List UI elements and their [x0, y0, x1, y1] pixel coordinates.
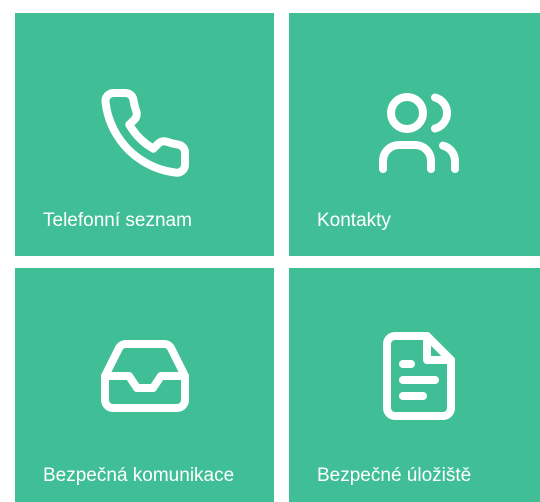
- inbox-icon: [100, 340, 189, 412]
- tile-secure-communication[interactable]: Bezpečná komunikace: [15, 268, 274, 502]
- tile-label: Telefonní seznam: [43, 210, 192, 231]
- tile-secure-storage[interactable]: Bezpečné úložiště: [289, 268, 540, 502]
- tile-label: Bezpečné úložiště: [317, 465, 472, 486]
- tile-label: Bezpečná komunikace: [43, 465, 235, 486]
- tile-label: Kontakty: [317, 210, 391, 231]
- tile-phonebook[interactable]: Telefonní seznam: [15, 13, 274, 256]
- document-icon: [382, 332, 455, 420]
- tile-contacts[interactable]: Kontakty: [289, 13, 540, 256]
- phone-icon: [100, 89, 189, 177]
- users-icon: [378, 93, 459, 173]
